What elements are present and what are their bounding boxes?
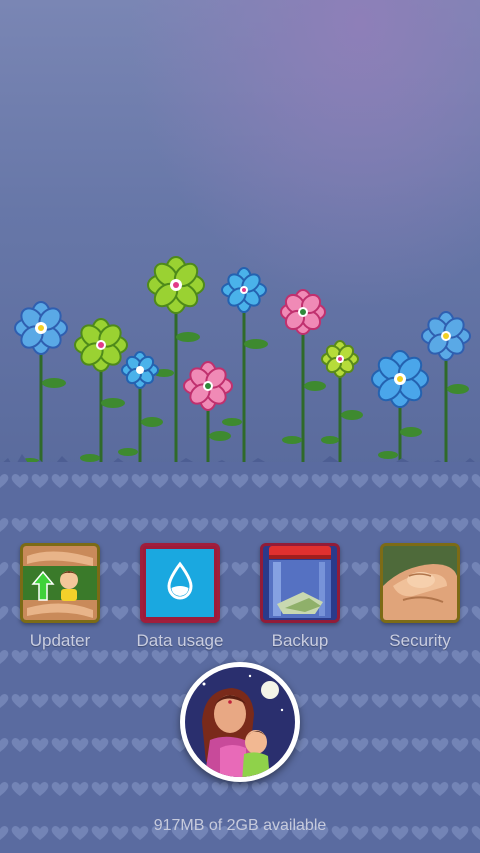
app-icon-row: Updater Data usage Backup Security: [0, 543, 480, 658]
holding-hands-icon: [380, 543, 460, 623]
water-drop-icon: [140, 543, 220, 623]
dock-app-button[interactable]: [180, 662, 300, 782]
jar-icon: [260, 543, 340, 623]
storage-status: 917MB of 2GB available: [153, 817, 327, 834]
backup-label: Backup: [271, 631, 329, 650]
updater-app[interactable]: Updater: [10, 543, 110, 651]
security-app[interactable]: Security: [370, 543, 470, 651]
data-usage-app[interactable]: Data usage: [130, 543, 230, 651]
hands-child-arrow-icon: [20, 543, 100, 623]
mother-child-icon: [185, 667, 295, 777]
wallpaper-flowers: [0, 256, 480, 480]
data-usage-label: Data usage: [136, 631, 224, 650]
dock-ring: [180, 662, 300, 782]
updater-label: Updater: [29, 631, 91, 650]
backup-app[interactable]: Backup: [250, 543, 350, 651]
security-label: Security: [389, 631, 451, 650]
